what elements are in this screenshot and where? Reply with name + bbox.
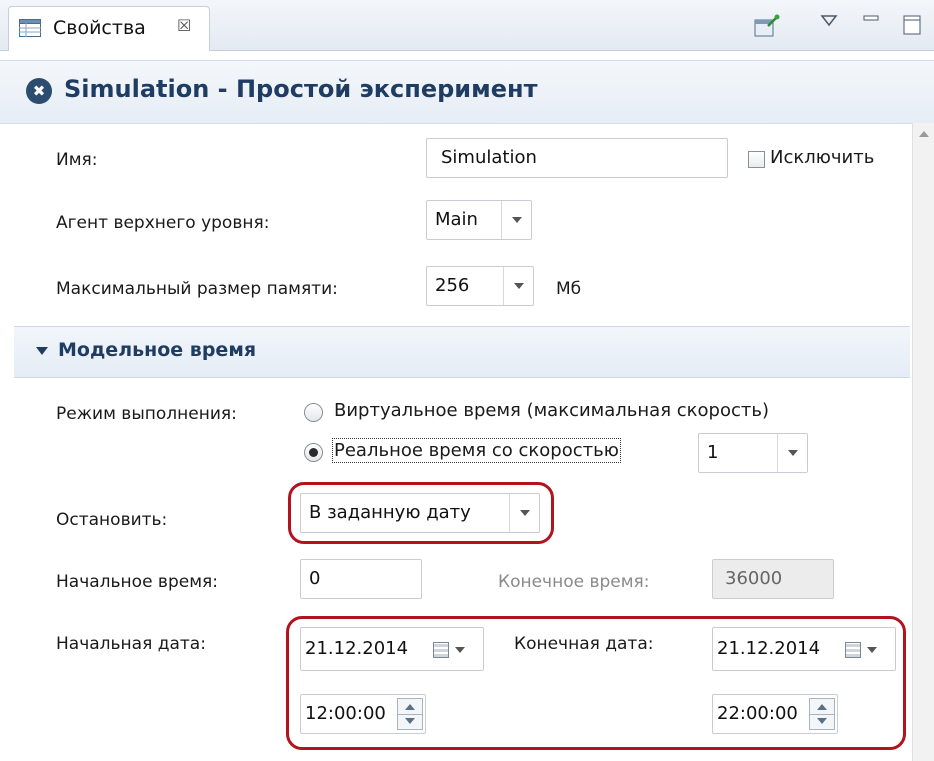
chevron-down-icon[interactable]: [867, 647, 877, 653]
exclude-checkbox[interactable]: [748, 151, 765, 168]
speed-combo[interactable]: 1: [698, 433, 808, 473]
spin-down-icon[interactable]: [405, 718, 415, 724]
max-memory-label: Максимальный размер памяти:: [56, 279, 338, 299]
expand-arrow-icon[interactable]: [36, 347, 48, 355]
tab-properties[interactable]: Свойства ☒: [8, 6, 210, 51]
start-clock-value: 12:00:00: [305, 703, 386, 724]
view-tab-strip: Свойства ☒: [0, 0, 934, 51]
start-time-input[interactable]: 0: [300, 559, 422, 599]
start-date-value: 21.12.2014: [305, 638, 409, 659]
max-memory-dropdown-button[interactable]: [503, 267, 533, 305]
stop-combo[interactable]: В заданную дату: [300, 493, 540, 533]
vertical-scrollbar[interactable]: [912, 123, 934, 761]
view-menu-icon[interactable]: [820, 14, 838, 28]
end-clock-spin-buttons[interactable]: [809, 698, 835, 730]
max-memory-combo[interactable]: 256: [426, 266, 534, 306]
virtual-time-radio[interactable]: [304, 403, 323, 422]
scroll-up-icon[interactable]: [919, 131, 929, 137]
stop-dropdown-button[interactable]: [509, 494, 539, 532]
stop-value: В заданную дату: [309, 502, 471, 523]
chevron-down-icon: [513, 283, 524, 289]
spin-up-icon[interactable]: [405, 704, 415, 710]
name-label: Имя:: [56, 150, 98, 170]
stop-label: Остановить:: [56, 510, 168, 530]
memory-unit-label: Мб: [556, 279, 582, 299]
spin-down-icon[interactable]: [817, 718, 827, 724]
properties-header: ✖ Simulation - Простой эксперимент: [0, 60, 934, 124]
properties-table-icon: [19, 19, 41, 37]
top-agent-value: Main: [435, 209, 478, 230]
minimize-icon[interactable]: [862, 14, 880, 28]
experiment-icon: ✖: [26, 78, 52, 104]
end-time-label: Конечное время:: [498, 572, 650, 592]
top-agent-dropdown-button[interactable]: [501, 201, 531, 239]
top-agent-combo[interactable]: Main: [426, 200, 532, 240]
chevron-down-icon[interactable]: [455, 647, 465, 653]
start-date-picker[interactable]: 21.12.2014: [300, 627, 484, 671]
end-date-picker[interactable]: 21.12.2014: [712, 627, 896, 671]
close-tab-icon[interactable]: ☒: [177, 16, 191, 35]
end-clock-value: 22:00:00: [717, 703, 798, 724]
section-title: Модельное время: [58, 339, 257, 361]
section-model-time[interactable]: Модельное время: [14, 326, 910, 378]
spin-up-icon[interactable]: [817, 704, 827, 710]
page-title: Simulation - Простой эксперимент: [64, 75, 538, 103]
virtual-time-label: Виртуальное время (максимальная скорость…: [334, 400, 769, 421]
calendar-icon[interactable]: [433, 642, 449, 658]
realtime-label: Реальное время со скоростью: [332, 438, 621, 463]
end-time-input: 36000: [712, 559, 834, 599]
realtime-radio[interactable]: [304, 443, 323, 462]
maximize-icon[interactable]: [902, 14, 922, 36]
calendar-icon[interactable]: [845, 642, 861, 658]
chevron-down-icon: [511, 217, 522, 223]
exclude-label: Исключить: [770, 147, 875, 168]
chevron-down-icon: [787, 450, 798, 456]
chevron-down-icon: [519, 510, 530, 516]
end-date-value: 21.12.2014: [717, 638, 821, 659]
end-date-label: Конечная дата:: [514, 634, 654, 654]
start-time-label: Начальное время:: [56, 572, 218, 592]
top-agent-label: Агент верхнего уровня:: [56, 213, 270, 233]
pin-editor-icon[interactable]: [752, 14, 780, 38]
start-date-label: Начальная дата:: [56, 634, 206, 654]
end-clock-spinner[interactable]: 22:00:00: [712, 694, 838, 734]
speed-value: 1: [707, 442, 719, 463]
tab-title: Свойства: [53, 17, 146, 39]
name-input[interactable]: Simulation: [426, 138, 728, 178]
speed-dropdown-button[interactable]: [777, 434, 807, 472]
execution-mode-label: Режим выполнения:: [56, 404, 237, 424]
max-memory-value: 256: [435, 275, 470, 296]
start-clock-spinner[interactable]: 12:00:00: [300, 694, 426, 734]
start-clock-spin-buttons[interactable]: [397, 698, 423, 730]
